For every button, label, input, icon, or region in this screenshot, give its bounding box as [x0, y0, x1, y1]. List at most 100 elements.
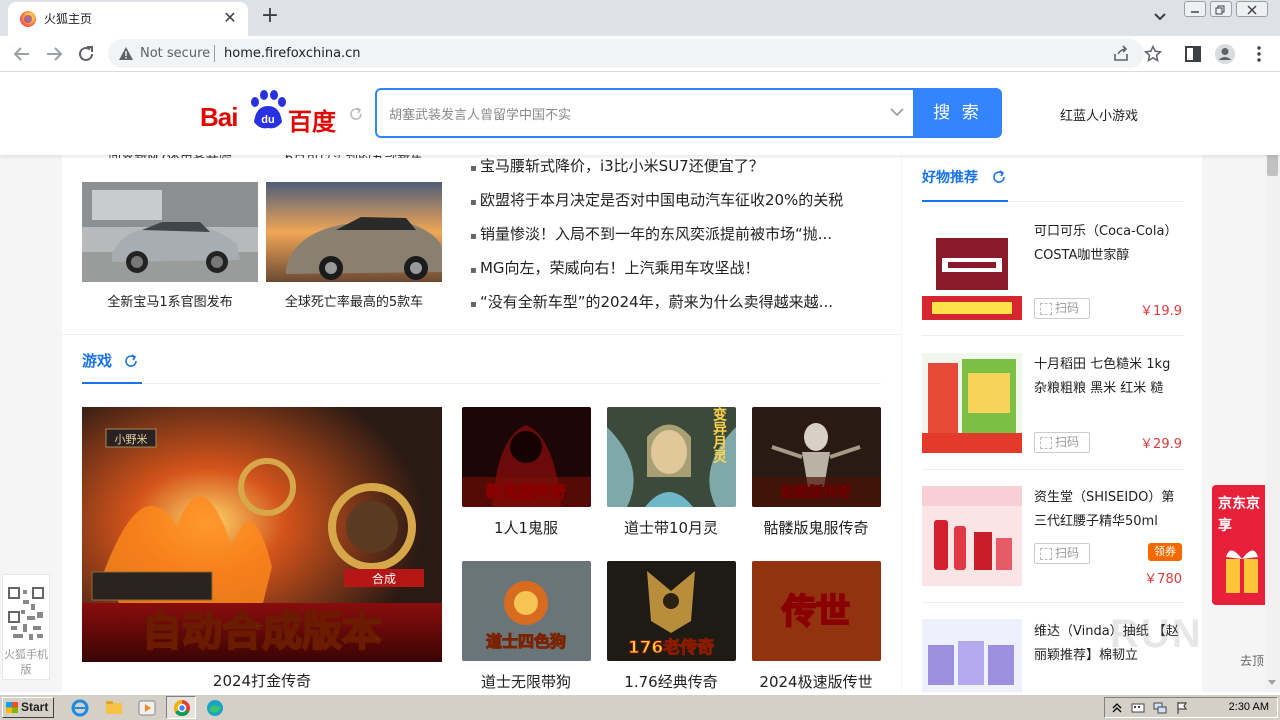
- news-item[interactable]: 销量惨淡！入局不到一年的东风奕派提前被市场“抛...: [470, 221, 880, 255]
- url-text[interactable]: home.firefoxchina.cn: [224, 46, 361, 61]
- chrome-taskbar-button[interactable]: [166, 696, 196, 719]
- game-caption-2[interactable]: 道士带10月灵: [601, 517, 741, 538]
- car-image-bmw[interactable]: [82, 182, 258, 282]
- back-arrow-icon[interactable]: [10, 42, 34, 66]
- browser-tab-active[interactable]: 火狐主页 ✕: [8, 2, 248, 36]
- jd-float-ad[interactable]: 京东京享: [1212, 485, 1265, 605]
- windows-taskbar: Start 2:30 AM: [0, 694, 1280, 720]
- close-window-button[interactable]: [1236, 1, 1268, 17]
- start-button[interactable]: Start: [2, 697, 54, 718]
- search-header: Bai du 百度 胡塞武装发言人曾留学中国不实 搜 索 红蓝人小游戏: [0, 72, 1280, 155]
- product-image-vinda[interactable]: [922, 619, 1022, 692]
- game-tile-4[interactable]: 道士四色狗: [462, 561, 591, 661]
- tab-search-chevron-icon[interactable]: [1150, 7, 1170, 27]
- recommend-refresh-icon[interactable]: [990, 168, 1008, 186]
- tab-title: 火狐主页: [44, 12, 93, 26]
- restore-button[interactable]: [1210, 1, 1232, 17]
- news-item[interactable]: 欧盟将于本月决定是否对中国电动汽车征收20%的关税: [470, 187, 880, 221]
- firefox-favicon-icon: [20, 11, 36, 27]
- forward-arrow-icon[interactable]: [42, 42, 66, 66]
- game-tile-2[interactable]: 变异月灵: [607, 407, 736, 507]
- refresh-icon[interactable]: [347, 105, 365, 123]
- games-refresh-icon[interactable]: [122, 352, 140, 370]
- tab-close-icon[interactable]: ✕: [220, 8, 240, 28]
- media-player-icon[interactable]: [137, 698, 157, 718]
- scan-button[interactable]: 扫码: [1034, 432, 1090, 453]
- recommend-underline: [922, 200, 1008, 202]
- address-bar[interactable]: Not secure home.firefoxchina.cn: [108, 39, 1162, 68]
- hero-tag-text: 合成: [372, 571, 396, 586]
- file-explorer-icon[interactable]: [104, 698, 124, 718]
- game-caption-6[interactable]: 2024极速版传世: [746, 671, 886, 692]
- game-tile-6[interactable]: 传世: [752, 561, 881, 661]
- scan-button[interactable]: 扫码: [1034, 543, 1090, 564]
- mobile-qr-widget[interactable]: 火狐手机版: [2, 574, 50, 680]
- watermark: RUN: [1110, 612, 1203, 656]
- game-caption-4[interactable]: 道士无限带狗: [456, 671, 596, 692]
- search-input[interactable]: 胡塞武装发言人曾留学中国不实: [375, 88, 915, 138]
- news-item[interactable]: 宝马腰斩式降价，i3比小米SU7还便宜了？: [470, 153, 880, 187]
- minimize-button[interactable]: [1184, 1, 1206, 17]
- qr-code-icon: [7, 580, 45, 644]
- baidu-paw-icon: du: [251, 90, 286, 129]
- product-name[interactable]: 可口可乐（Coca-Cola）COSTA咖世家醇: [1034, 220, 1184, 268]
- tab-strip: 火狐主页 ✕ +: [0, 0, 1280, 36]
- search-button[interactable]: 搜 索: [913, 88, 1002, 138]
- recommend-title[interactable]: 好物推荐: [922, 167, 978, 187]
- system-tray: 2:30 AM: [1104, 697, 1278, 718]
- game-tile-1[interactable]: 新鬼服传奇: [462, 407, 591, 507]
- clock[interactable]: 2:30 AM: [1229, 701, 1269, 713]
- scan-button[interactable]: 扫码: [1034, 298, 1090, 319]
- games-section-title[interactable]: 游戏: [82, 350, 112, 371]
- product-separator: [922, 469, 1184, 470]
- side-panel-icon[interactable]: [1182, 43, 1204, 65]
- profile-avatar-icon[interactable]: [1214, 43, 1236, 65]
- edge-icon[interactable]: [205, 698, 225, 718]
- scroll-down-arrow-icon[interactable]: [1268, 680, 1276, 685]
- car-caption-2[interactable]: 全球死亡率最高的5款车: [266, 291, 442, 310]
- keyboard-icon[interactable]: [1131, 701, 1145, 715]
- product-price: ￥29.9: [1140, 437, 1182, 452]
- bookmark-star-icon[interactable]: [1144, 45, 1162, 63]
- game-caption-5[interactable]: 1.76经典传奇: [601, 671, 741, 692]
- baidu-logo[interactable]: Bai du 百度: [200, 90, 340, 136]
- hot-game-link[interactable]: 红蓝人小游戏: [1060, 105, 1138, 124]
- network-icon[interactable]: [1153, 701, 1167, 715]
- game-hero-banner[interactable]: 小野米 合成 自动合成版本: [82, 407, 442, 662]
- tile-art-5: 176老传奇: [628, 637, 715, 658]
- page-scrollbar[interactable]: [1265, 72, 1280, 692]
- game-tile-3[interactable]: 骷髅版传奇: [752, 407, 881, 507]
- product-name[interactable]: 十月稻田 七色糙米 1kg 杂粮粗粮 黑米 红米 糙: [1034, 353, 1184, 401]
- section-divider: [62, 334, 901, 335]
- product-separator: [922, 335, 1184, 336]
- flag-icon[interactable]: [1175, 701, 1189, 715]
- car-caption-1[interactable]: 全新宝马1系官图发布: [82, 291, 258, 310]
- news-item[interactable]: MG向左，荣威向右！上汽乘用车攻坚战！: [470, 255, 880, 289]
- game-caption-1[interactable]: 1人1鬼服: [456, 517, 596, 538]
- chevron-down-icon[interactable]: [889, 106, 905, 118]
- news-item[interactable]: “没有全新车型”的2024年，蔚来为什么卖得越来越...: [470, 289, 880, 323]
- new-tab-button[interactable]: +: [258, 5, 282, 29]
- product-image-rice[interactable]: [922, 353, 1022, 453]
- share-icon[interactable]: [1112, 45, 1130, 63]
- car-image-sunset[interactable]: [266, 182, 442, 282]
- game-caption-3[interactable]: 骷髅版鬼服传奇: [746, 517, 886, 538]
- not-secure-label[interactable]: Not secure: [140, 46, 210, 61]
- coupon-badge[interactable]: 领券: [1148, 543, 1182, 561]
- game-hero-caption[interactable]: 2024打金传奇: [82, 670, 442, 691]
- game-tile-5[interactable]: 176老传奇: [607, 561, 736, 661]
- games-rule: [142, 383, 881, 384]
- warning-icon[interactable]: [118, 46, 134, 61]
- chrome-icon: [173, 699, 190, 717]
- back-to-top-button[interactable]: 去顶: [1240, 652, 1264, 669]
- product-image-shiseido[interactable]: [922, 486, 1022, 586]
- tile-art-3: 骷髅版传奇: [781, 484, 851, 501]
- product-price: ￥19.9: [1140, 304, 1182, 319]
- product-name[interactable]: 资生堂（SHISEIDO）第三代红腰子精华50ml: [1034, 486, 1184, 534]
- internet-explorer-icon[interactable]: [70, 698, 90, 718]
- product-image-costa[interactable]: [922, 220, 1022, 320]
- tray-chevron-up-icon[interactable]: [1111, 701, 1123, 715]
- baidu-logo-bai: Bai: [200, 102, 238, 132]
- menu-kebab-icon[interactable]: [1248, 43, 1270, 65]
- reload-icon[interactable]: [74, 42, 98, 66]
